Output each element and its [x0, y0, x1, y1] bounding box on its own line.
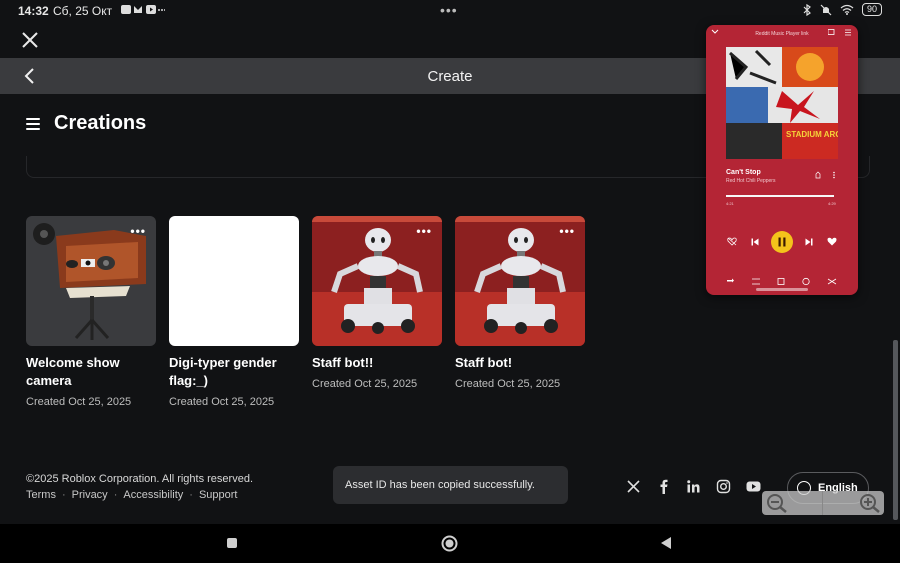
window-drag-handle[interactable] — [756, 288, 808, 291]
more-options-icon[interactable]: ••• — [130, 225, 146, 237]
x-twitter-icon[interactable] — [626, 479, 641, 494]
creation-card[interactable]: ••• Welcome show camera Created Oct 25, … — [26, 216, 156, 408]
creation-card[interactable]: ••• Staff bot! Created Oct 25, 2025 — [455, 216, 585, 390]
support-link[interactable]: Support — [199, 489, 238, 501]
notification-app-icons — [121, 5, 166, 14]
footer-links: Terms · Privacy · Accessibility · Suppor… — [26, 489, 237, 501]
battery-indicator: 90 — [861, 3, 882, 16]
wifi-icon — [840, 4, 854, 15]
creation-thumbnail[interactable] — [169, 216, 299, 346]
status-time: 14:32 — [18, 4, 49, 18]
facebook-icon[interactable] — [656, 479, 671, 494]
multiwindow-dots-icon[interactable]: ••• — [440, 2, 458, 18]
zoom-control — [762, 491, 884, 515]
playback-progress-bar[interactable] — [726, 195, 834, 197]
next-track-icon[interactable] — [805, 238, 813, 246]
system-nav-bar — [0, 524, 900, 563]
zoom-out-icon[interactable] — [766, 493, 788, 513]
song-title: Can't Stop — [726, 169, 761, 176]
creation-thumbnail[interactable]: ••• — [26, 216, 156, 346]
toast-message: Asset ID has been copied successfully. — [333, 466, 568, 504]
album-art-collage: STADIUM ARCADIUM — [726, 47, 838, 159]
status-bar: 14:32 Сб, 25 Окт ••• 90 — [0, 0, 900, 22]
creation-date: Created Oct 25, 2025 — [169, 396, 275, 408]
home-button-icon[interactable] — [441, 535, 458, 552]
close-icon[interactable] — [20, 30, 40, 50]
link-separator: · — [189, 489, 193, 501]
previous-track-icon[interactable] — [751, 238, 759, 246]
creation-card[interactable]: Digi-typer gender flag:_) Created Oct 25… — [169, 216, 299, 408]
zoom-in-icon[interactable] — [859, 493, 881, 513]
hamburger-icon[interactable] — [26, 117, 40, 130]
album-title-text: STADIUM ARCADIUM — [786, 130, 838, 139]
song-artist: Red Hot Chili Peppers — [726, 178, 776, 184]
status-date: Сб, 25 Окт — [53, 4, 113, 18]
bluetooth-icon — [803, 3, 811, 16]
share-and-more-icons[interactable] — [814, 171, 838, 179]
copyright-text: ©2025 Roblox Corporation. All rights res… — [26, 473, 253, 485]
more-options-icon[interactable]: ••• — [416, 225, 432, 237]
total-time: 4:29 — [828, 201, 836, 206]
link-separator: · — [61, 489, 66, 501]
more-options-icon[interactable]: ••• — [559, 225, 575, 237]
accessibility-link[interactable]: Accessibility — [123, 489, 183, 501]
mute-bell-icon — [820, 4, 832, 15]
social-links — [626, 479, 761, 494]
creation-thumbnail[interactable]: ••• — [312, 216, 442, 346]
status-right-icons: 90 — [803, 3, 882, 16]
linkedin-icon[interactable] — [686, 479, 701, 494]
creations-header: Creations — [26, 112, 146, 135]
terms-link[interactable]: Terms — [26, 489, 56, 501]
creation-name[interactable]: Staff bot!! — [312, 354, 442, 372]
elapsed-time: 4:21 — [726, 201, 734, 206]
link-separator: · — [113, 489, 118, 501]
album-art-image: STADIUM ARCADIUM — [726, 47, 838, 159]
music-player-popup[interactable]: Reddit Music Player link STADIUM ARCADIU… — [706, 25, 858, 295]
like-heart-icon[interactable] — [827, 237, 837, 246]
pause-icon — [778, 237, 786, 247]
player-header-icons[interactable] — [828, 29, 852, 36]
section-title: Creations — [54, 112, 147, 134]
creation-name[interactable]: Welcome show camera — [26, 354, 156, 390]
creation-date: Created Oct 25, 2025 — [312, 378, 418, 390]
creation-thumbnail[interactable]: ••• — [455, 216, 585, 346]
scrollbar[interactable] — [893, 340, 898, 520]
player-bottom-controls[interactable] — [726, 277, 838, 286]
creation-date: Created Oct 25, 2025 — [26, 396, 132, 408]
privacy-link[interactable]: Privacy — [72, 489, 108, 501]
dislike-icon[interactable] — [727, 237, 737, 246]
creation-date: Created Oct 25, 2025 — [455, 378, 561, 390]
instagram-icon[interactable] — [716, 479, 731, 494]
pause-button[interactable] — [771, 231, 793, 253]
recents-button-icon[interactable] — [226, 537, 238, 549]
back-button-icon[interactable] — [660, 536, 672, 550]
notification-icons — [121, 4, 166, 18]
youtube-icon[interactable] — [746, 479, 761, 494]
zoom-divider — [822, 491, 823, 515]
creation-card[interactable]: ••• Staff bot!! Created Oct 25, 2025 — [312, 216, 442, 390]
creation-name[interactable]: Staff bot! — [455, 354, 585, 372]
creation-name[interactable]: Digi-typer gender flag:_) — [169, 354, 299, 390]
